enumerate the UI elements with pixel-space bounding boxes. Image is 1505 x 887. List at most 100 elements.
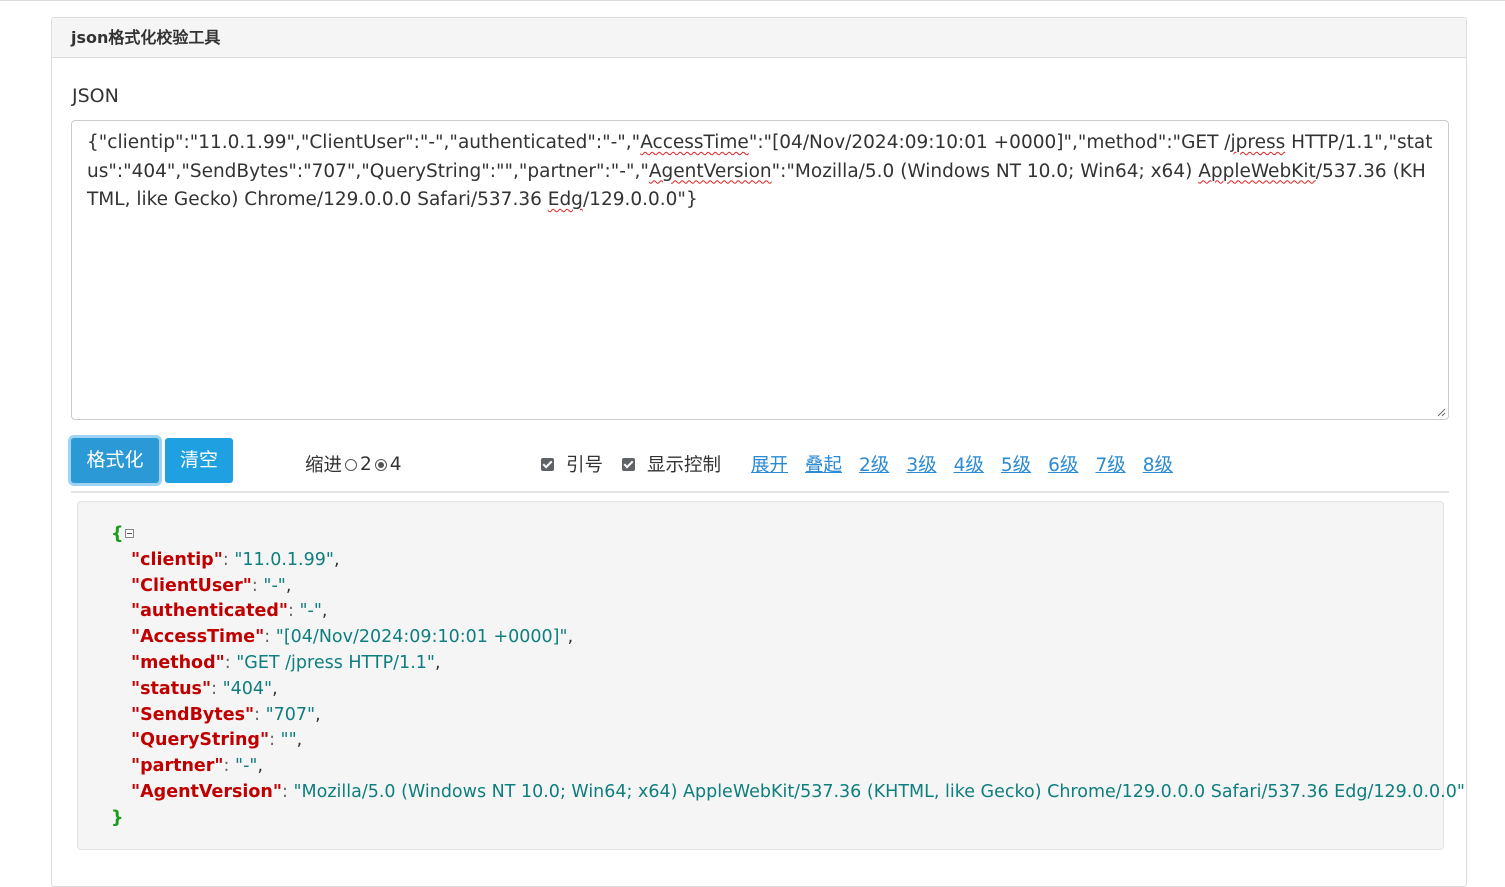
comma: ,	[567, 627, 574, 648]
json-entry-row: "status": "404",	[111, 677, 1465, 703]
key-quote: "	[131, 549, 141, 570]
json-value: 404	[230, 678, 265, 699]
value-quote: "	[313, 601, 322, 622]
value-quote: "	[222, 678, 231, 699]
key-quote: "	[131, 575, 141, 596]
indent-radio-4[interactable]	[374, 459, 387, 471]
resize-handle-icon[interactable]	[1436, 407, 1446, 417]
key-quote: "	[131, 781, 141, 802]
comma: ,	[315, 704, 321, 725]
json-input-label: JSON	[72, 85, 119, 107]
json-entry-row: "partner": "-",	[111, 754, 1465, 780]
show-control-checkbox[interactable]	[622, 457, 635, 471]
colon: :	[264, 627, 276, 648]
show-control-option: 显示控制	[622, 451, 721, 477]
spellcheck-word: Edg	[547, 189, 583, 210]
key-quote: "	[131, 704, 141, 725]
json-key: ClientUser	[140, 575, 243, 596]
key-quote: "	[215, 652, 225, 673]
close-brace: }	[111, 807, 124, 828]
key-quote: "	[201, 678, 212, 699]
input-text-segment: /129.0.0.0"}	[582, 189, 698, 210]
level-7-link[interactable]: 7级	[1095, 451, 1125, 477]
input-text-segment: ":"Mozilla/5.0 (Windows NT 10.0; Win64; …	[771, 160, 1199, 182]
json-input-textarea[interactable]: {"clientip":"11.0.1.99","ClientUser":"-"…	[71, 120, 1449, 420]
colon: :	[282, 781, 294, 802]
colon: :	[224, 652, 237, 673]
collapse-toggle-icon[interactable]	[125, 529, 135, 538]
json-key: status	[140, 678, 202, 699]
json-key: AccessTime	[140, 627, 256, 648]
key-quote: "	[244, 704, 255, 725]
value-quote: "	[325, 549, 334, 570]
formatted-output: { "clientip": "11.0.1.99", "ClientUser": …	[77, 501, 1465, 850]
value-quote: "	[307, 704, 316, 725]
json-entry-row: "QueryString": "",	[111, 728, 1465, 754]
json-close-line: }	[111, 806, 1465, 832]
indent-control: 缩进 2 4	[305, 451, 402, 477]
value-quote: "	[280, 730, 289, 751]
key-quote: "	[259, 730, 270, 751]
colon: :	[251, 575, 264, 596]
value-quote: "	[299, 601, 308, 622]
value-quote: "	[288, 730, 297, 751]
key-quote: "	[131, 601, 141, 622]
value-quote: "	[235, 756, 244, 777]
comma: ,	[285, 575, 292, 596]
key-quote: "	[278, 601, 288, 622]
indent-option-2-label: 2	[360, 453, 372, 475]
key-quote: "	[272, 781, 282, 802]
top-border	[0, 0, 1505, 1]
json-entry-row: "clientip": "11.0.1.99",	[111, 548, 1465, 574]
json-key: authenticated	[140, 601, 279, 622]
json-value: 11.0.1.99	[242, 549, 326, 570]
value-quote: "	[426, 652, 435, 673]
divider	[71, 491, 1449, 493]
json-entry-row: "ClientUser": "-",	[111, 574, 1465, 600]
level-2-link[interactable]: 2级	[859, 451, 889, 477]
level-3-link[interactable]: 3级	[906, 451, 936, 477]
json-value: Mozilla/5.0 (Windows NT 10.0; Win64; x64…	[301, 781, 1457, 802]
value-quote: "	[277, 575, 286, 596]
indent-radio-2[interactable]	[345, 459, 358, 471]
level-4-link[interactable]: 4级	[954, 451, 984, 477]
format-button[interactable]: 格式化	[71, 438, 159, 483]
json-value: GET /jpress HTTP/1.1	[244, 652, 427, 673]
json-open-line: {	[111, 522, 1465, 548]
colon: :	[287, 601, 300, 622]
json-entry-row: "method": "GET /jpress HTTP/1.1",	[111, 651, 1465, 677]
key-quote: "	[242, 575, 252, 596]
quote-option: 引号	[541, 451, 603, 477]
json-entry-row: "authenticated": "-",	[111, 599, 1465, 625]
expand-link[interactable]: 展开	[751, 451, 788, 477]
value-quote: "	[559, 627, 568, 648]
key-quote: "	[214, 756, 224, 777]
comma: ,	[434, 652, 441, 673]
key-quote: "	[255, 627, 265, 648]
colon: :	[254, 704, 266, 725]
level-5-link[interactable]: 5级	[1001, 451, 1031, 477]
json-key: partner	[140, 756, 215, 777]
level-6-link[interactable]: 6级	[1048, 451, 1078, 477]
json-entry-row: "AgentVersion": "Mozilla/5.0 (Windows NT…	[111, 780, 1465, 806]
colon: :	[269, 730, 281, 751]
json-entry-row: "AccessTime": "[04/Nov/2024:09:10:01 +00…	[111, 625, 1465, 651]
json-tree: { "clientip": "11.0.1.99", "ClientUser": …	[111, 522, 1465, 832]
colon: :	[211, 678, 223, 699]
quote-checkbox[interactable]	[541, 457, 554, 471]
collapse-link[interactable]: 叠起	[805, 451, 842, 477]
json-key: QueryString	[140, 730, 260, 751]
spellcheck-word: AppleWebKit	[1198, 160, 1316, 182]
key-quote: "	[131, 627, 141, 648]
input-text-segment: ":"[04/Nov/2024:09:10:01 +0000]","method…	[748, 132, 1231, 153]
spellcheck-word: jpress	[1230, 132, 1286, 153]
key-quote: "	[131, 652, 141, 673]
show-control-label: 显示控制	[647, 455, 722, 476]
json-tool-panel: json格式化校验工具 JSON {"clientip":"11.0.1.99"…	[51, 17, 1467, 887]
json-key: clientip	[140, 549, 214, 570]
json-value: 707	[273, 704, 308, 725]
value-quote: "	[293, 781, 302, 802]
clear-button[interactable]: 清空	[165, 438, 233, 483]
spellcheck-word: AccessTime	[640, 132, 749, 153]
level-8-link[interactable]: 8级	[1143, 451, 1173, 477]
